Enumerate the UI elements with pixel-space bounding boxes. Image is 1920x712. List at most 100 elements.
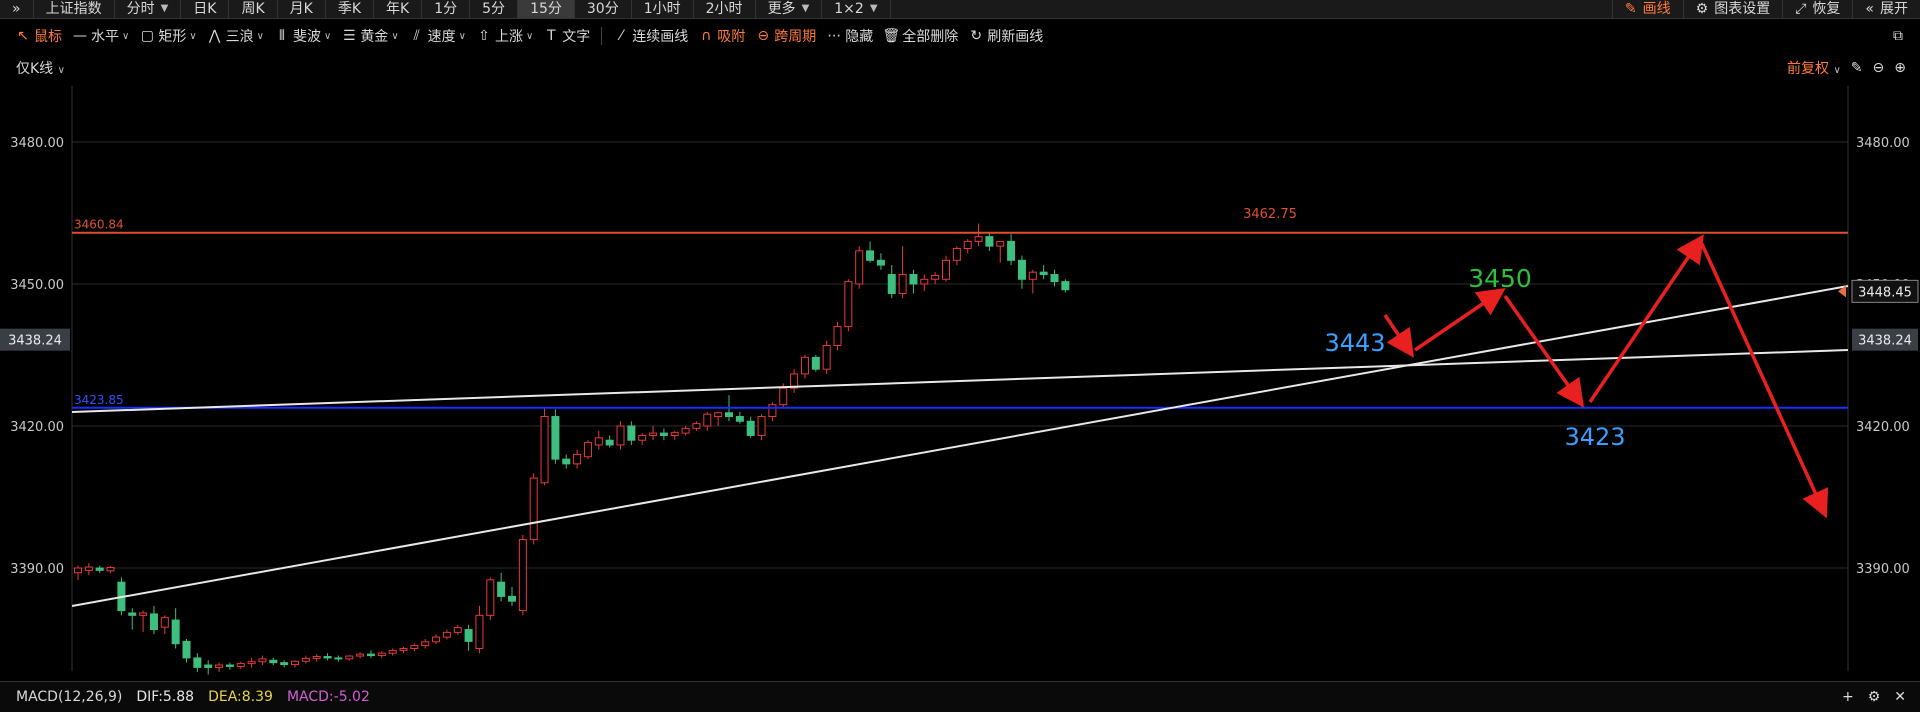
candle-body (681, 427, 690, 434)
candle-body (898, 274, 907, 294)
candle-body (84, 566, 93, 571)
crosshair-tag-left: 3438.24 (8, 334, 62, 349)
candles (74, 223, 1070, 675)
candle-body (605, 439, 614, 446)
candle-body (844, 281, 853, 328)
candle-body (931, 274, 940, 280)
candle-body (1028, 271, 1037, 280)
settings-icon[interactable]: ⚙ (1868, 689, 1881, 705)
candle-body (942, 259, 950, 280)
candle-body (649, 432, 658, 436)
candle-body (616, 425, 625, 446)
candle-body (996, 240, 1005, 247)
indicator-bar: MACD(12,26,9) DIF:5.88 DEA:8.39 MACD:-5.… (0, 681, 1920, 712)
macd-value: MACD:-5.02 (286, 689, 370, 705)
y-tick-label-left: 3390.00 (10, 562, 64, 577)
candle-body (475, 614, 484, 649)
candle-body (366, 653, 375, 657)
candle-body (692, 423, 701, 429)
candle-body (410, 645, 419, 649)
candle-body (952, 248, 961, 261)
candle-body (442, 631, 451, 638)
upper-trendline (71, 349, 1849, 413)
candle-body (247, 661, 256, 665)
candle-body (518, 539, 527, 612)
y-tick-label-left: 3420.00 (10, 420, 64, 435)
candle-body (312, 656, 321, 659)
candle-body (1061, 281, 1070, 291)
candle-body (204, 664, 213, 668)
candle-body (236, 663, 245, 667)
candle-body (822, 345, 831, 370)
candle-body (725, 412, 733, 418)
candle-body (779, 387, 788, 406)
candle-body (377, 652, 386, 657)
candlestick-chart[interactable]: 3460.84 3423.85 3462.75 3443 3450 3423 3480.0… (0, 0, 1920, 681)
macd-params[interactable]: MACD(12,26,9) (16, 689, 122, 705)
candle-body (345, 655, 354, 660)
candle-body (735, 416, 744, 422)
candle-body (1007, 240, 1016, 261)
candle-body (551, 416, 560, 460)
candle-body (421, 641, 430, 647)
candle-body (833, 326, 842, 347)
y-tick-label-right: 3480.00 (1856, 136, 1910, 151)
candle-body (160, 617, 169, 628)
candle-body (258, 658, 267, 663)
candle-body (74, 567, 82, 574)
candle-body (573, 453, 582, 465)
support-line-label: 3423.85 (74, 393, 124, 407)
add-indicator-icon[interactable]: + (1842, 689, 1854, 705)
annotation-3423: 3423 (1564, 423, 1625, 451)
y-tick-label-left: 3480.00 (10, 136, 64, 151)
candle-body (920, 278, 929, 285)
candle-body (1039, 271, 1048, 276)
candle-body (291, 660, 299, 666)
candle-body (768, 404, 777, 418)
candle-body (876, 259, 885, 266)
y-tick-label-right: 3420.00 (1856, 420, 1910, 435)
candle-body (334, 657, 343, 660)
candle-body (887, 274, 896, 294)
candle-body (594, 437, 603, 446)
candle-body (1050, 274, 1059, 283)
candle-body (356, 653, 365, 657)
candle-body (746, 420, 755, 436)
candle-body (225, 664, 234, 667)
candle-body (432, 636, 441, 643)
candle-body (963, 240, 972, 249)
forecast-arrow (1383, 314, 1414, 358)
candle-body (301, 657, 310, 662)
dea-value: DEA:8.39 (208, 689, 273, 705)
forecast-arrow (1414, 288, 1506, 352)
close-icon[interactable]: ✕ (1894, 689, 1906, 705)
grid (72, 141, 1848, 569)
axis-labels: 3480.003480.003450.003450.003420.003420.… (0, 136, 1919, 577)
candle-body (182, 640, 191, 659)
y-tick-label-left: 3450.00 (10, 278, 64, 293)
candle-body (269, 659, 278, 664)
candle-body (562, 458, 571, 465)
candle-body (215, 664, 224, 668)
candle-body (638, 434, 647, 441)
candle-body (855, 250, 864, 285)
candle-body (323, 656, 332, 659)
candle-body (453, 627, 462, 633)
candle-body (508, 595, 516, 602)
candle-body (909, 274, 918, 285)
candle-body (193, 657, 202, 668)
candle-body (800, 356, 809, 375)
forecast-arrow (1588, 234, 1704, 403)
candle-body (985, 236, 994, 247)
last-price-tag: 3448.45 (1858, 285, 1912, 300)
candle-body (171, 619, 180, 645)
annotation-3443: 3443 (1324, 329, 1385, 357)
candle-body (529, 477, 538, 541)
candle-body (486, 579, 495, 616)
candle-body (583, 442, 592, 458)
candle-body (128, 612, 137, 616)
candle-body (464, 629, 473, 642)
candle-body (280, 662, 289, 666)
candle-body (139, 612, 148, 616)
candle-body (811, 356, 820, 370)
